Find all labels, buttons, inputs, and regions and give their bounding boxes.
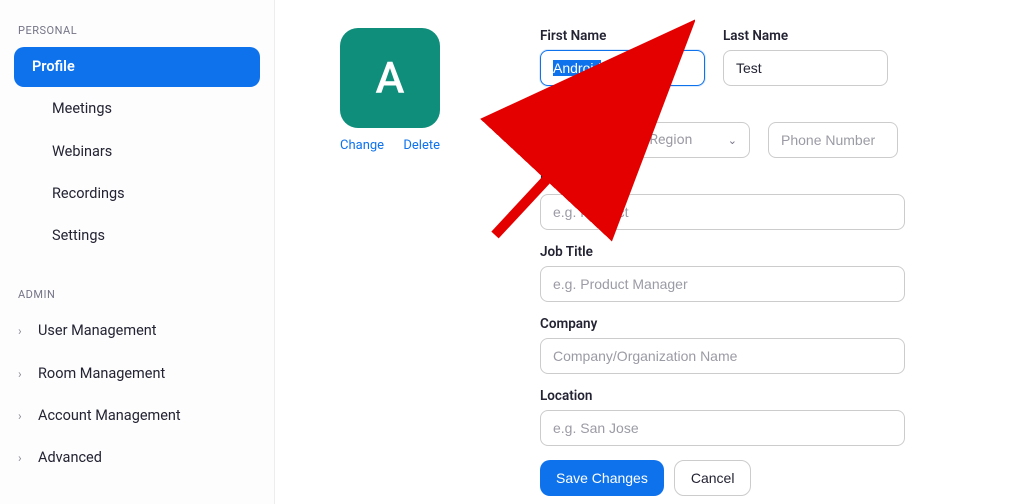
cancel-button[interactable]: Cancel [674, 460, 752, 496]
sidebar-item-account-management[interactable]: › Account Management [0, 396, 274, 436]
sidebar: PERSONAL Profile Meetings Webinars Recor… [0, 0, 275, 504]
avatar-column: A Change Delete [340, 28, 480, 484]
phone-number-input[interactable] [768, 122, 898, 158]
chevron-right-icon: › [18, 366, 32, 383]
sidebar-item-label: Settings [52, 226, 105, 246]
sidebar-header-admin: ADMIN [0, 274, 274, 309]
save-button[interactable]: Save Changes [540, 460, 664, 496]
sidebar-item-label: User Management [38, 321, 157, 341]
chevron-right-icon: › [18, 450, 32, 467]
sidebar-item-label: Account Management [38, 406, 181, 426]
sidebar-item-label: Webinars [52, 142, 112, 162]
job-title-label: Job Title [540, 244, 984, 260]
last-name-input[interactable] [723, 50, 888, 86]
avatar-change-link[interactable]: Change [340, 138, 384, 153]
chevron-right-icon: › [18, 408, 32, 425]
sidebar-item-label: Meetings [52, 99, 112, 119]
sidebar-item-settings[interactable]: Settings [14, 216, 260, 256]
sidebar-item-label: Advanced [38, 448, 102, 468]
sidebar-header-personal: PERSONAL [0, 10, 274, 45]
first-name-label: First Name [540, 28, 705, 44]
location-input[interactable] [540, 410, 905, 446]
last-name-label: Last Name [723, 28, 888, 44]
location-label: Location [540, 388, 984, 404]
sidebar-item-label: Recordings [52, 184, 125, 204]
avatar-initial: A [375, 52, 404, 104]
sidebar-item-label: Profile [32, 57, 75, 77]
sidebar-item-recordings[interactable]: Recordings [14, 174, 260, 214]
first-name-input[interactable] [540, 50, 705, 86]
chevron-right-icon: › [18, 323, 32, 340]
chevron-down-icon: ⌄ [728, 134, 737, 147]
sidebar-item-room-management[interactable]: › Room Management [0, 354, 274, 394]
company-input[interactable] [540, 338, 905, 374]
sidebar-item-webinars[interactable]: Webinars [14, 132, 260, 172]
phone-region-placeholder: Select Country/Region [553, 132, 692, 148]
profile-form: First Name Last Name Phone Select Countr… [540, 28, 984, 484]
sidebar-item-label: Room Management [38, 364, 165, 384]
phone-label: Phone [540, 100, 984, 116]
company-label: Company [540, 316, 984, 332]
avatar[interactable]: A [340, 28, 440, 128]
phone-region-select[interactable]: Select Country/Region ⌄ [540, 122, 750, 158]
sidebar-item-advanced[interactable]: › Advanced [0, 438, 274, 478]
job-title-input[interactable] [540, 266, 905, 302]
sidebar-item-profile[interactable]: Profile [14, 47, 260, 87]
sidebar-item-user-management[interactable]: › User Management [0, 311, 274, 351]
avatar-delete-link[interactable]: Delete [403, 138, 440, 153]
sidebar-item-meetings[interactable]: Meetings [14, 89, 260, 129]
department-label: Department [540, 172, 984, 188]
main-content: A Change Delete First Name Last Name Pho… [275, 0, 1024, 504]
department-input[interactable] [540, 194, 905, 230]
avatar-actions: Change Delete [340, 138, 440, 153]
